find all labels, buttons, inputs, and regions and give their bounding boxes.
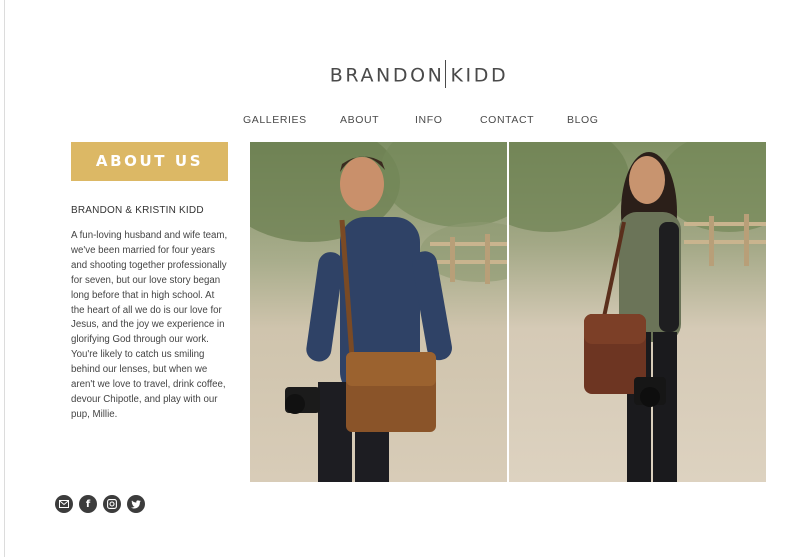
logo-last-name: KIDD [450,64,509,87]
social-links: f [55,495,145,513]
email-icon[interactable] [55,495,73,513]
logo-first-name: BRANDON [329,64,445,87]
photo-kristin [509,142,766,482]
facebook-icon[interactable]: f [79,495,97,513]
about-bio: A fun-loving husband and wife team, we'v… [71,230,228,420]
nav-item-info[interactable]: INFO [415,114,442,126]
instagram-icon[interactable] [103,495,121,513]
logo-divider [445,60,447,88]
nav-item-blog[interactable]: BLOG [567,114,599,126]
about-us-banner: ABOUT US [71,142,228,181]
twitter-icon[interactable] [127,495,145,513]
nav-item-about[interactable]: ABOUT [340,114,379,126]
photo-brandon [250,142,507,482]
nav-item-contact[interactable]: CONTACT [480,114,534,126]
couple-names: BRANDON & KRISTIN KIDD [71,205,204,216]
nav-item-galleries[interactable]: GALLERIES [243,114,307,126]
site-logo[interactable]: BRANDON KIDD [0,60,798,90]
